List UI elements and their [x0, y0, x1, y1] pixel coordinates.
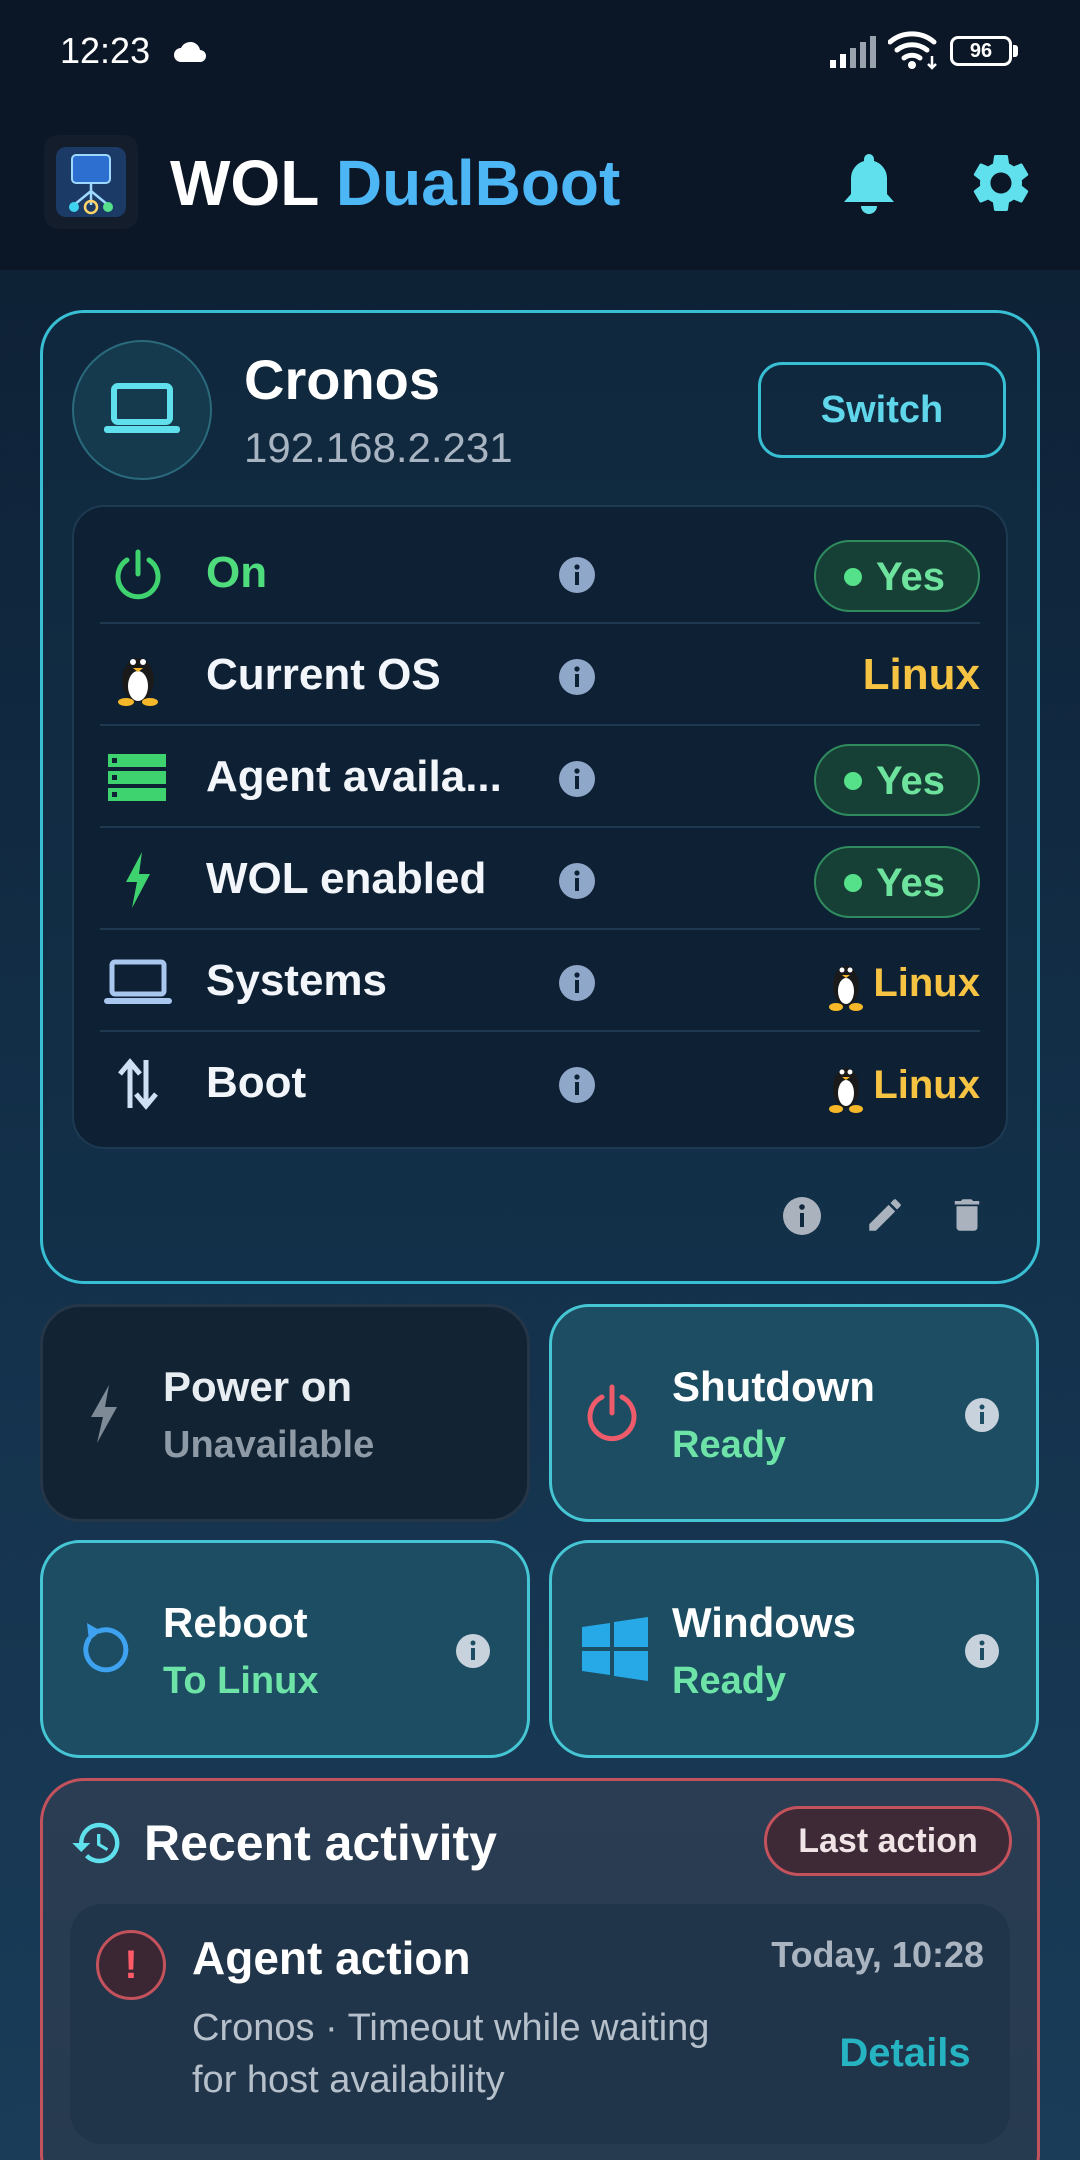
- app-logo: [44, 135, 138, 229]
- status-row-boot: Boot Linux: [100, 1032, 980, 1132]
- info-icon[interactable]: [558, 658, 596, 696]
- battery-tip: [1013, 45, 1018, 57]
- power-icon: [587, 1384, 637, 1442]
- windows-icon: [582, 1617, 648, 1681]
- boot-value: Linux: [800, 1058, 980, 1114]
- signal-icon: [830, 36, 876, 68]
- tile-subtitle: Unavailable: [163, 1424, 375, 1466]
- info-icon[interactable]: [455, 1633, 491, 1669]
- device-name: Cronos: [244, 348, 440, 411]
- status-time: 12:23: [60, 30, 151, 71]
- activity-title: Agent action: [192, 1932, 471, 1984]
- tile-subtitle: Ready: [672, 1424, 787, 1466]
- bell-icon[interactable]: [840, 150, 898, 216]
- status-row-systems: Systems Linux: [100, 930, 980, 1030]
- tux-icon: [829, 1068, 863, 1113]
- edit-icon[interactable]: [864, 1194, 906, 1236]
- app-title-part2: DualBoot: [335, 147, 621, 219]
- gear-icon[interactable]: [966, 148, 1036, 218]
- status-label: Current OS: [206, 650, 441, 699]
- status-row-current-os: Current OS Linux: [100, 624, 980, 724]
- history-icon: [72, 1822, 120, 1864]
- status-row-power: On Yes: [100, 522, 980, 622]
- activity-description: Cronos · Timeout while waiting for host …: [192, 2007, 710, 2101]
- status-row-wol: WOL enabled Yes: [100, 828, 980, 928]
- info-icon[interactable]: [964, 1633, 1000, 1669]
- info-icon[interactable]: [964, 1397, 1000, 1433]
- network-logo-icon: [56, 147, 126, 217]
- info-icon[interactable]: [558, 1066, 596, 1104]
- tile-subtitle: To Linux: [163, 1660, 319, 1702]
- tile-title: Power on: [163, 1363, 353, 1410]
- info-icon[interactable]: [558, 556, 596, 594]
- status-label: On: [206, 548, 268, 597]
- last-action-badge[interactable]: Last action: [764, 1806, 1012, 1876]
- current-os-value: Linux: [862, 650, 980, 699]
- bolt-icon: [126, 852, 150, 908]
- info-icon[interactable]: [782, 1196, 822, 1236]
- cloud-icon: [174, 41, 206, 62]
- status-label: Systems: [206, 956, 388, 1005]
- windows-tile[interactable]: Windows Ready: [549, 1540, 1039, 1758]
- device-ip: 192.168.2.231: [244, 424, 513, 471]
- status-label: Boot: [206, 1058, 307, 1107]
- power-icon: [115, 549, 161, 600]
- battery-level: 96: [969, 40, 993, 62]
- tile-title: Windows: [672, 1599, 856, 1646]
- info-icon[interactable]: [558, 862, 596, 900]
- tile-title: Shutdown: [672, 1363, 875, 1410]
- systems-value: Linux: [800, 956, 980, 1012]
- tux-icon: [118, 658, 158, 706]
- swap-vertical-icon: [118, 1058, 158, 1110]
- info-icon[interactable]: [558, 964, 596, 1002]
- battery-icon: 96: [950, 36, 1012, 66]
- laptop-icon: [104, 959, 172, 1004]
- reboot-tile[interactable]: Reboot To Linux: [40, 1540, 530, 1758]
- status-label: WOL enabled: [206, 854, 487, 903]
- status-label: Agent availa...: [206, 752, 502, 801]
- recent-activity-title: Recent activity: [144, 1815, 497, 1871]
- device-avatar: [72, 340, 212, 480]
- activity-time: Today, 10:28: [771, 1934, 984, 1975]
- app-title-part1: WOL: [170, 147, 319, 219]
- status-badge: Yes: [814, 540, 980, 612]
- power-on-tile[interactable]: Power on Unavailable: [40, 1304, 530, 1522]
- switch-device-button[interactable]: Switch: [758, 362, 1006, 458]
- info-icon[interactable]: [558, 760, 596, 798]
- server-icon: [108, 754, 166, 801]
- status-row-agent: Agent availa... Yes: [100, 726, 980, 826]
- app-title: WOL DualBoot: [170, 143, 620, 223]
- alert-icon: !: [96, 1930, 166, 2000]
- details-link[interactable]: Details: [820, 2028, 990, 2078]
- status-badge: Yes: [814, 846, 980, 918]
- wifi-icon: [888, 31, 937, 70]
- delete-icon[interactable]: [946, 1194, 988, 1236]
- laptop-icon: [104, 383, 180, 433]
- status-badge: Yes: [814, 744, 980, 816]
- tux-icon: [829, 966, 863, 1011]
- reboot-icon: [83, 1623, 129, 1673]
- shutdown-tile[interactable]: Shutdown Ready: [549, 1304, 1039, 1522]
- tile-subtitle: Ready: [672, 1660, 787, 1702]
- bolt-icon: [91, 1385, 117, 1443]
- tile-title: Reboot: [163, 1599, 308, 1646]
